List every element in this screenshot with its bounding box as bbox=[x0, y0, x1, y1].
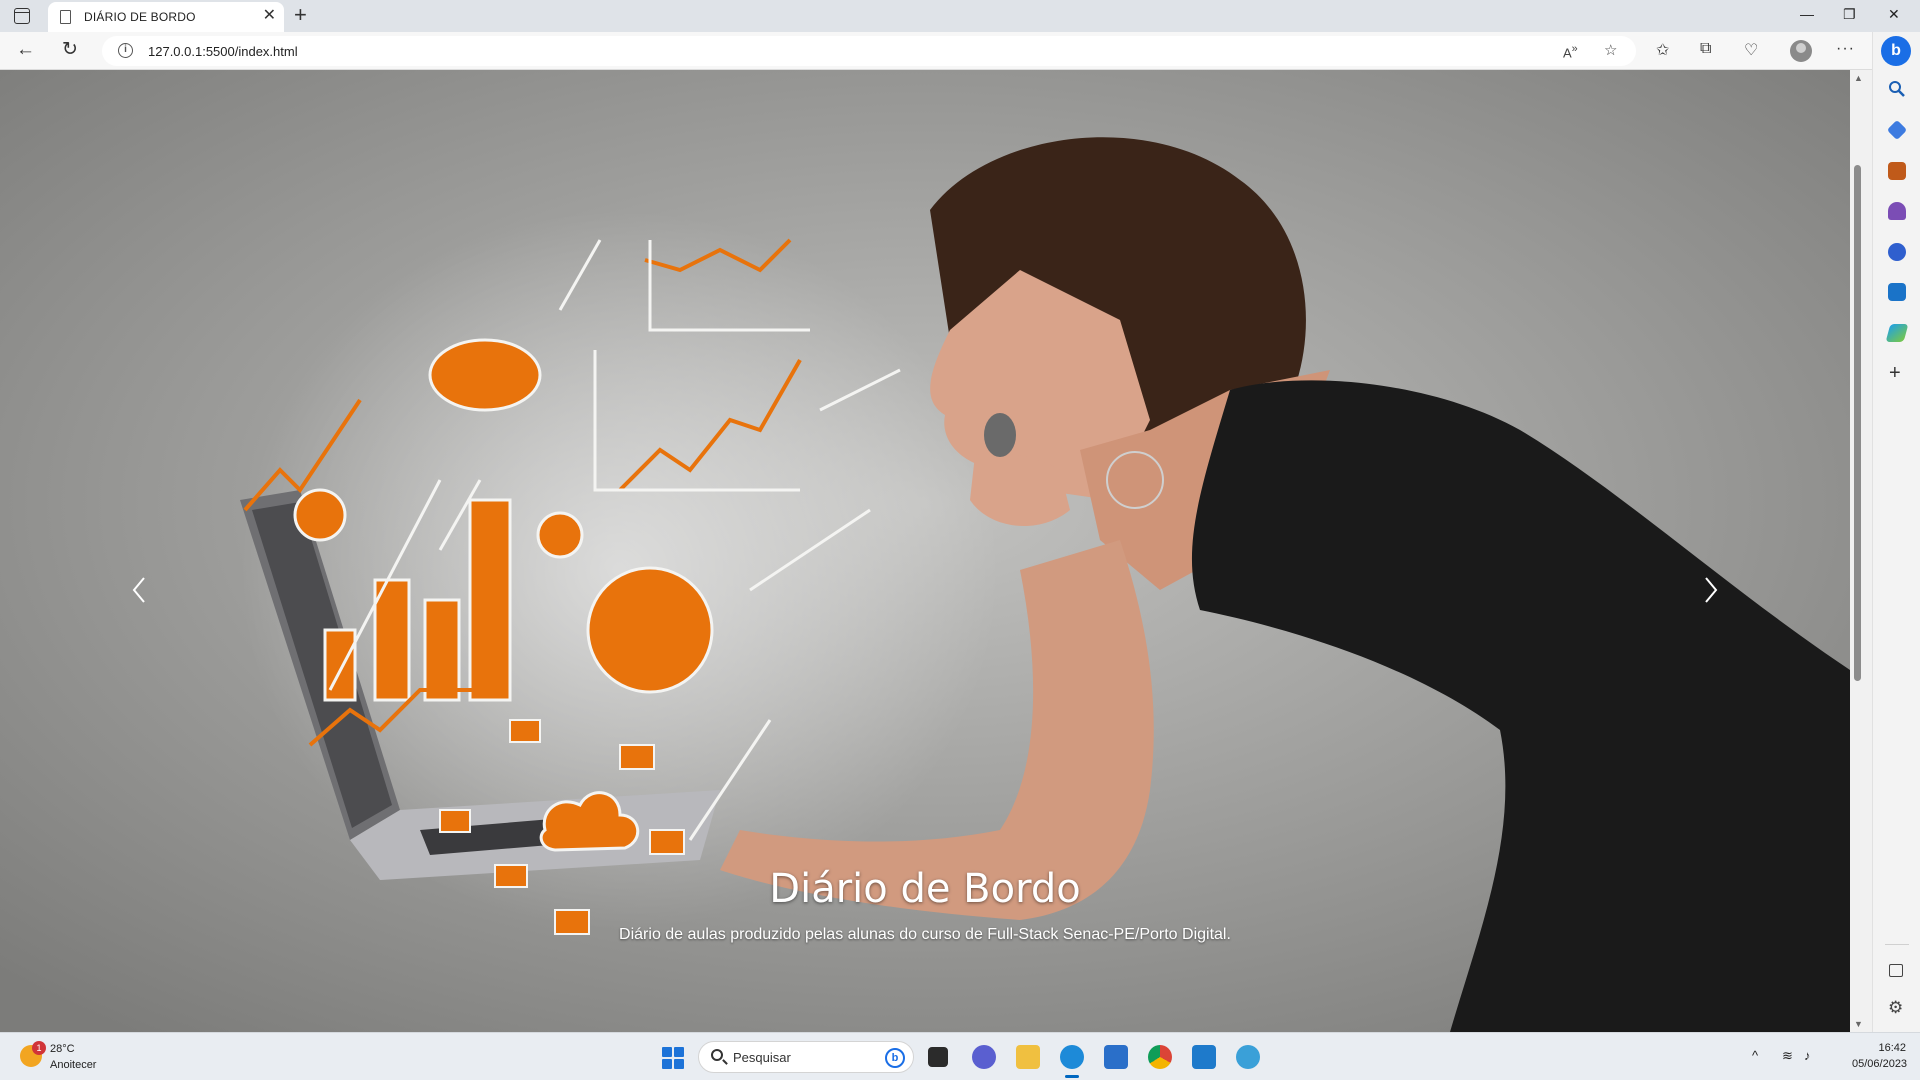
tab-actions-icon[interactable] bbox=[14, 8, 30, 24]
back-icon[interactable]: ← bbox=[16, 39, 35, 61]
microsoft-store-icon[interactable] bbox=[1104, 1045, 1128, 1069]
weather-badge: 1 bbox=[32, 1041, 46, 1055]
browser-essentials-icon[interactable]: ♡ bbox=[1744, 40, 1758, 60]
new-tab-icon[interactable]: + bbox=[294, 4, 307, 26]
search-icon bbox=[711, 1049, 723, 1061]
weather-condition[interactable]: Anoitecer bbox=[50, 1059, 96, 1071]
add-sidebar-app-icon[interactable]: + bbox=[1889, 362, 1901, 385]
clock-time[interactable]: 16:42 bbox=[1862, 1042, 1906, 1054]
chrome-icon[interactable] bbox=[1148, 1045, 1172, 1069]
browser-title-bar: DIÁRIO DE BORDO ✕ + — ❐ ✕ bbox=[0, 0, 1920, 32]
edge-active-indicator bbox=[1065, 1075, 1079, 1078]
windows-taskbar: 1 28°C Anoitecer Pesquisar b ^ ≋ ♪ 16:42… bbox=[0, 1032, 1920, 1080]
wifi-icon[interactable]: ≋ bbox=[1782, 1048, 1793, 1064]
address-bar[interactable]: i 127.0.0.1:5500/index.html A» ☆ bbox=[102, 36, 1636, 66]
browser-tab[interactable]: DIÁRIO DE BORDO ✕ bbox=[48, 2, 284, 32]
favorites-icon[interactable]: ✩ bbox=[1656, 40, 1669, 60]
page-icon bbox=[60, 10, 71, 24]
bing-icon[interactable]: b bbox=[885, 1048, 905, 1068]
hero-subtitle: Diário de aulas produzido pelas alunas d… bbox=[619, 926, 1231, 943]
search-placeholder: Pesquisar bbox=[733, 1050, 791, 1065]
scroll-down-icon[interactable]: ▼ bbox=[1854, 1019, 1863, 1029]
taskbar-search[interactable]: Pesquisar b bbox=[698, 1041, 914, 1073]
scroll-up-icon[interactable]: ▲ bbox=[1854, 73, 1863, 83]
restore-icon[interactable]: ❐ bbox=[1843, 6, 1856, 23]
sidebar-divider bbox=[1885, 944, 1909, 945]
start-button[interactable] bbox=[662, 1047, 684, 1069]
drop-icon[interactable] bbox=[1885, 324, 1909, 342]
favorite-star-icon[interactable]: ☆ bbox=[1604, 41, 1617, 59]
hero-title: Diário de Bordo bbox=[769, 866, 1081, 912]
app-icon[interactable] bbox=[1236, 1045, 1260, 1069]
scrollbar-thumb[interactable] bbox=[1854, 165, 1861, 681]
vscode-icon[interactable] bbox=[1192, 1045, 1216, 1069]
close-window-icon[interactable]: ✕ bbox=[1888, 6, 1900, 23]
hide-sidebar-icon[interactable] bbox=[1889, 964, 1903, 977]
games-icon[interactable] bbox=[1888, 202, 1906, 220]
teams-chat-icon[interactable] bbox=[972, 1045, 996, 1069]
bing-copilot-icon[interactable]: b bbox=[1881, 36, 1911, 66]
more-menu-icon[interactable]: ··· bbox=[1836, 40, 1855, 58]
profile-avatar[interactable] bbox=[1790, 40, 1812, 62]
minimize-icon[interactable]: — bbox=[1800, 6, 1814, 22]
refresh-icon[interactable]: ↻ bbox=[62, 39, 78, 61]
outlook-icon[interactable] bbox=[1888, 283, 1906, 301]
carousel-next-icon[interactable] bbox=[1690, 560, 1730, 620]
tab-title: DIÁRIO DE BORDO bbox=[84, 10, 196, 24]
tools-briefcase-icon[interactable] bbox=[1888, 162, 1906, 180]
read-aloud-icon[interactable]: A» bbox=[1563, 43, 1578, 60]
carousel-prev-icon[interactable] bbox=[120, 560, 160, 620]
volume-icon[interactable]: ♪ bbox=[1804, 1048, 1811, 1063]
close-tab-icon[interactable]: ✕ bbox=[263, 7, 276, 25]
weather-temperature[interactable]: 28°C bbox=[50, 1043, 75, 1055]
task-view-icon[interactable] bbox=[928, 1047, 948, 1067]
collections-icon[interactable]: ⧉ bbox=[1700, 40, 1711, 58]
file-explorer-icon[interactable] bbox=[1016, 1045, 1040, 1069]
site-info-icon[interactable]: i bbox=[118, 43, 133, 58]
microsoft365-icon[interactable] bbox=[1888, 243, 1906, 261]
show-hidden-icons-icon[interactable]: ^ bbox=[1752, 1048, 1758, 1063]
url-text[interactable]: 127.0.0.1:5500/index.html bbox=[148, 44, 298, 59]
edge-sidebar: b + ⚙ bbox=[1872, 32, 1920, 1032]
browser-toolbar: ← ↻ i 127.0.0.1:5500/index.html A» ☆ ✩ ⧉… bbox=[0, 32, 1920, 70]
clock-date[interactable]: 05/06/2023 bbox=[1852, 1058, 1907, 1070]
shopping-tag-icon[interactable] bbox=[1886, 119, 1908, 141]
settings-gear-icon[interactable]: ⚙ bbox=[1888, 998, 1903, 1018]
search-icon[interactable] bbox=[1888, 80, 1906, 98]
edge-icon[interactable] bbox=[1060, 1045, 1084, 1069]
